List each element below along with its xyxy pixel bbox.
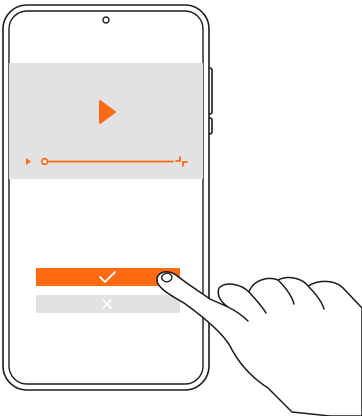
progress-scrubber[interactable] [40,157,49,166]
video-player[interactable] [9,63,203,179]
illustration [2,4,362,416]
cancel-button[interactable] [36,295,180,313]
